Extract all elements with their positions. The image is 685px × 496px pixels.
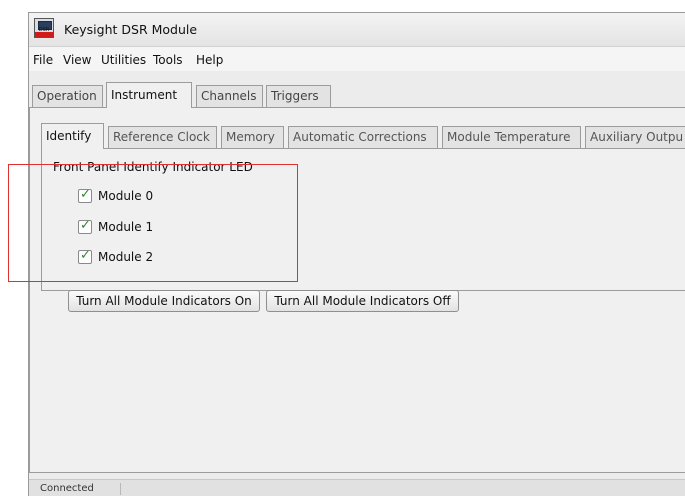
turn-all-indicators-off-button[interactable]: Turn All Module Indicators Off bbox=[266, 290, 459, 312]
connection-status: Connected bbox=[40, 483, 94, 494]
tab-channels[interactable]: Channels bbox=[196, 85, 263, 107]
status-bar: Connected bbox=[29, 479, 685, 496]
tab-triggers[interactable]: Triggers bbox=[266, 85, 331, 107]
status-separator bbox=[120, 483, 121, 495]
turn-all-indicators-on-button[interactable]: Turn All Module Indicators On bbox=[68, 290, 260, 312]
tab-instrument[interactable]: Instrument bbox=[106, 82, 192, 108]
tab-reference-clock[interactable]: Reference Clock bbox=[108, 126, 217, 148]
title-bar[interactable]: DSR Keysight DSR Module bbox=[29, 13, 685, 47]
window-title: Keysight DSR Module bbox=[64, 22, 198, 37]
menu-view[interactable]: View bbox=[63, 53, 91, 67]
menu-utilities[interactable]: Utilities bbox=[101, 53, 146, 67]
app-icon-stripe bbox=[35, 32, 53, 37]
annotation-highlight-box bbox=[8, 164, 298, 282]
menu-tools[interactable]: Tools bbox=[153, 53, 183, 67]
tab-identify[interactable]: Identify bbox=[41, 123, 104, 149]
outer-tabs-area: Operation Instrument Channels Triggers I… bbox=[29, 71, 685, 496]
menu-help[interactable]: Help bbox=[196, 53, 223, 67]
menu-file[interactable]: File bbox=[33, 53, 53, 67]
tab-memory[interactable]: Memory bbox=[221, 126, 284, 148]
dsr-module-app-icon: DSR bbox=[34, 18, 54, 38]
menu-bar: File View Utilities Tools Help bbox=[29, 47, 685, 71]
tab-automatic-corrections[interactable]: Automatic Corrections bbox=[288, 126, 438, 148]
tab-auxiliary-output[interactable]: Auxiliary Outpu bbox=[585, 126, 685, 148]
tab-operation[interactable]: Operation bbox=[32, 85, 103, 107]
tab-module-temperature[interactable]: Module Temperature bbox=[442, 126, 581, 148]
